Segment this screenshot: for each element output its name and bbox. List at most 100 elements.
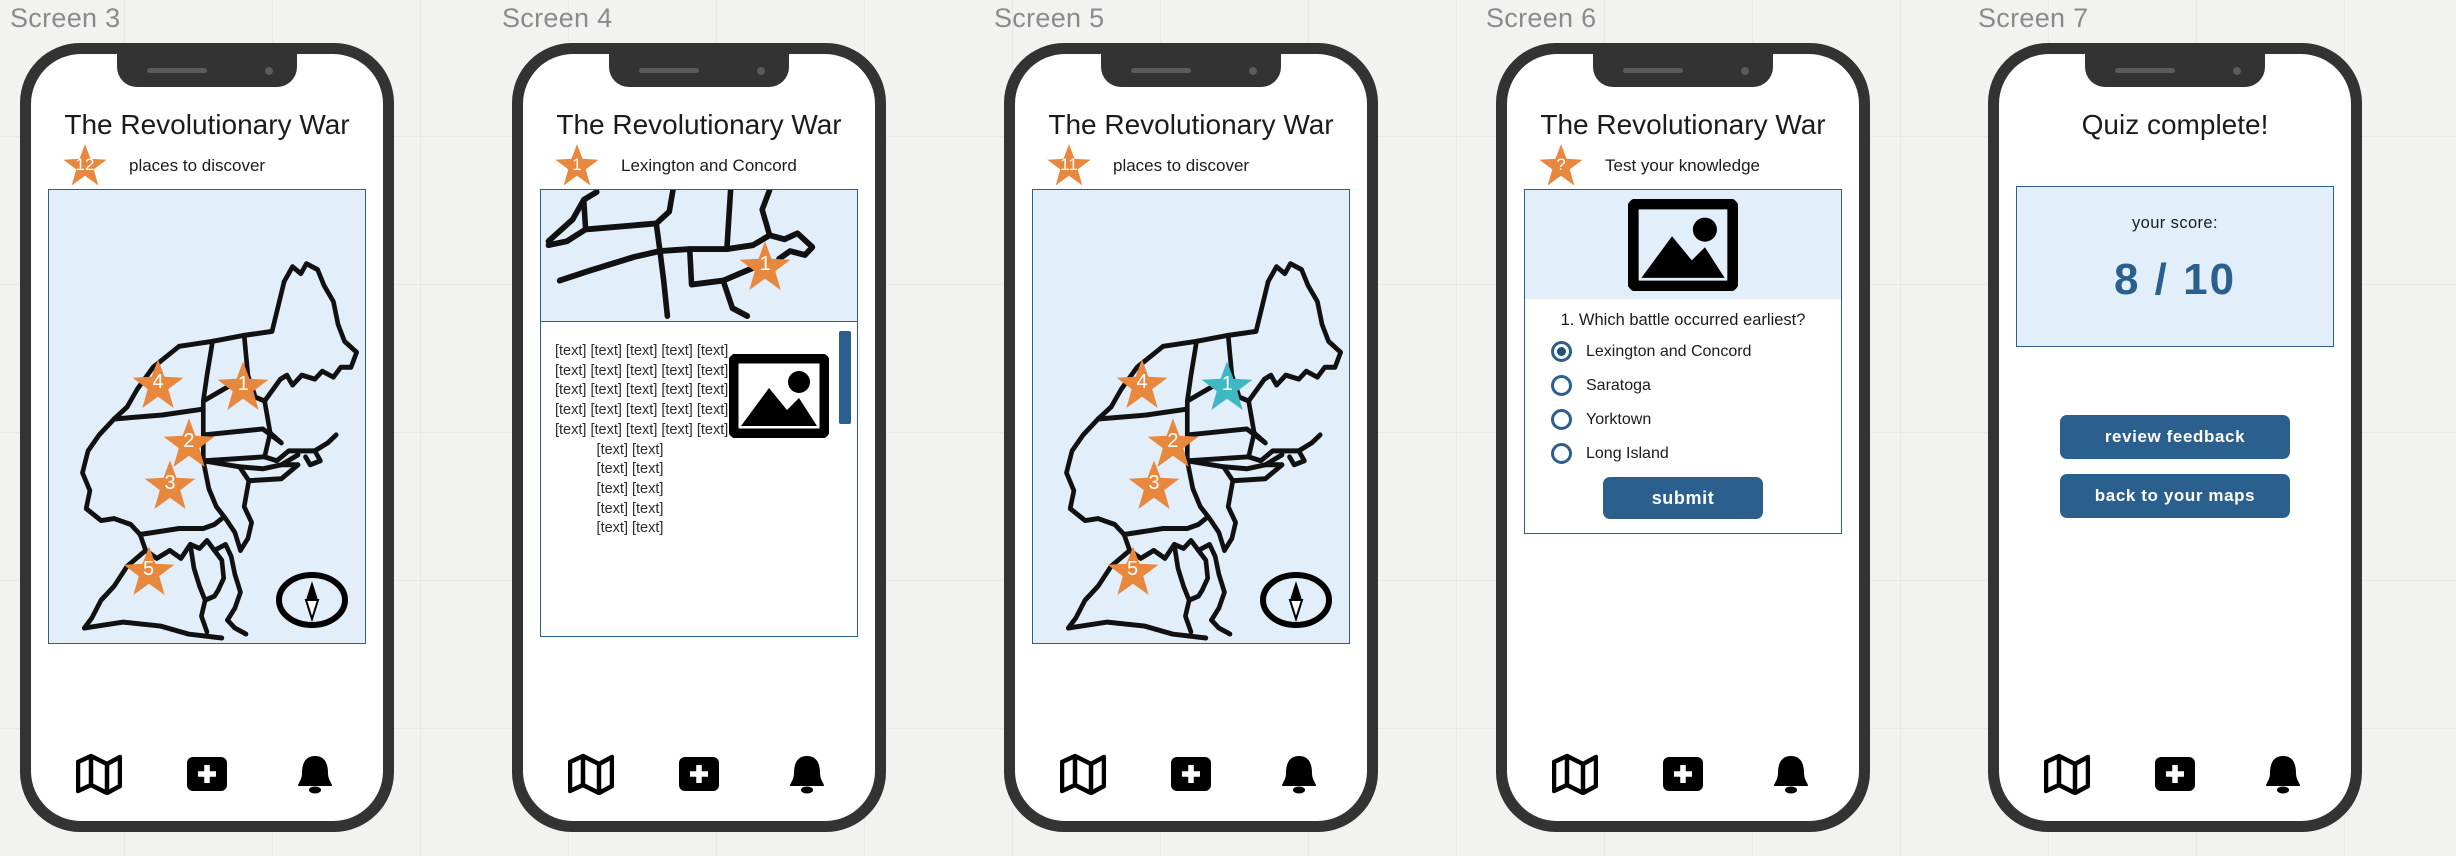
map-panel[interactable]: 1 4 23 5	[1032, 189, 1350, 644]
nav-map[interactable]	[2044, 753, 2090, 795]
image-placeholder-icon	[1628, 199, 1738, 291]
scrollbar-thumb[interactable]	[839, 331, 851, 424]
subtitle-label: places to discover	[129, 156, 266, 175]
radio-button[interactable]	[1551, 341, 1572, 362]
body-line: [text] [text]	[596, 461, 664, 478]
nav-add[interactable]	[2152, 753, 2198, 795]
map-icon[interactable]	[1552, 753, 1598, 795]
bottom-nav	[1507, 753, 1859, 795]
star-label: 5	[1126, 558, 1139, 581]
star-label: 3	[1148, 472, 1160, 495]
plus-square-icon[interactable]	[2152, 753, 2198, 795]
subtitle-label: Test your knowledge	[1605, 156, 1760, 175]
quiz-image-panel	[1524, 189, 1842, 299]
map-marker-1[interactable]: 1	[216, 359, 270, 413]
review-feedback-button[interactable]: review feedback	[2060, 415, 2290, 459]
map-marker-1[interactable]: 1	[738, 239, 792, 293]
star-label: 1	[237, 372, 249, 395]
star-label: 4	[152, 370, 164, 393]
quiz-option[interactable]: Yorktown	[1551, 409, 1827, 430]
result-buttons: review feedback back to your maps	[2016, 415, 2334, 518]
quiz-option[interactable]: Saratoga	[1551, 375, 1827, 396]
phone-frame: The Revolutionary War 12 places to discove…	[20, 43, 394, 832]
phone-frame: The Revolutionary War 1 Lexington and Conc…	[512, 43, 886, 832]
map-outline-icon	[541, 190, 857, 321]
plus-square-icon[interactable]	[676, 753, 722, 795]
map-icon[interactable]	[2044, 753, 2090, 795]
screen-column: Screen 4 The Revolutionary War 1 Lexington …	[492, 0, 984, 856]
plus-square-icon[interactable]	[1660, 753, 1706, 795]
bell-icon[interactable]	[1768, 753, 1814, 795]
quiz-body: 1. Which battle occurred earliest? Lexing…	[1524, 299, 1842, 534]
quiz-option[interactable]: Lexington and Concord	[1551, 341, 1827, 362]
bell-icon[interactable]	[784, 753, 830, 795]
page-title: The Revolutionary War	[64, 109, 350, 140]
screen-label: Screen 4	[502, 3, 613, 33]
map-marker-4[interactable]: 4	[1115, 357, 1169, 411]
map-marker-5[interactable]: 5	[122, 544, 176, 598]
radio-button[interactable]	[1551, 375, 1572, 396]
back-to-maps-button[interactable]: back to your maps	[2060, 474, 2290, 518]
badge-star: 12	[62, 142, 108, 188]
page-title: The Revolutionary War	[1048, 109, 1334, 140]
phone-viewport: The Revolutionary War? Test your knowledg…	[1507, 54, 1859, 821]
map-icon[interactable]	[76, 753, 122, 795]
submit-button[interactable]: submit	[1603, 477, 1763, 519]
page-title: Quiz complete!	[2081, 109, 2269, 140]
nav-add[interactable]	[184, 753, 230, 795]
map-icon[interactable]	[1060, 753, 1106, 795]
subtitle-label: Lexington and Concord	[621, 156, 797, 175]
phone-viewport: Quiz complete! your score: 8 / 10 review fe…	[1999, 54, 2351, 821]
nav-notifications[interactable]	[292, 753, 338, 795]
phone-frame: The Revolutionary War? Test your knowledg…	[1496, 43, 1870, 832]
nav-map[interactable]	[1552, 753, 1598, 795]
screens-container: Screen 3 The Revolutionary War 12 places to…	[0, 0, 2456, 856]
star-label: 5	[142, 558, 155, 581]
compass-icon	[1259, 571, 1333, 629]
app-content: The Revolutionary War 1 Lexington and Conc…	[523, 54, 875, 821]
map-panel[interactable]: 1 4 23 5	[48, 189, 366, 644]
bell-icon[interactable]	[1276, 753, 1322, 795]
radio-button[interactable]	[1551, 443, 1572, 464]
star-label: 12	[75, 154, 95, 174]
screen-label: Screen 5	[994, 3, 1105, 33]
star-label: 11	[1060, 154, 1078, 174]
bell-icon[interactable]	[2260, 753, 2306, 795]
nav-add[interactable]	[676, 753, 722, 795]
page-title: The Revolutionary War	[556, 109, 842, 140]
nav-add[interactable]	[1660, 753, 1706, 795]
option-label: Lexington and Concord	[1586, 342, 1752, 360]
screen-column: Screen 7 Quiz complete! your score: 8 / 10 r…	[1968, 0, 2456, 856]
quiz-option[interactable]: Long Island	[1551, 443, 1827, 464]
nav-add[interactable]	[1168, 753, 1214, 795]
bell-icon[interactable]	[292, 753, 338, 795]
nav-map[interactable]	[568, 753, 614, 795]
plus-square-icon[interactable]	[184, 753, 230, 795]
map-marker-4[interactable]: 4	[131, 357, 185, 411]
subtitle-label: places to discover	[1113, 156, 1250, 175]
subtitle-row: 1 Lexington and Concord	[540, 148, 858, 186]
radio-button[interactable]	[1551, 409, 1572, 430]
question-text: 1. Which battle occurred earliest?	[1560, 311, 1806, 329]
nav-map[interactable]	[76, 753, 122, 795]
nav-map[interactable]	[1060, 753, 1106, 795]
map-marker-3[interactable]: 3	[143, 458, 197, 512]
map-marker-5[interactable]: 5	[1106, 544, 1160, 598]
nav-notifications[interactable]	[784, 753, 830, 795]
map-marker-3[interactable]: 3	[1127, 458, 1181, 512]
nav-notifications[interactable]	[1768, 753, 1814, 795]
screen-label: Screen 7	[1978, 3, 2089, 33]
map-icon[interactable]	[568, 753, 614, 795]
plus-square-icon[interactable]	[1168, 753, 1214, 795]
detail-map-panel[interactable]: 1	[540, 189, 858, 322]
detail-text-panel: [text] [text] [text] [text] [text] [text]…	[540, 321, 858, 637]
score-value: 8 / 10	[2113, 255, 2237, 304]
map-marker-1[interactable]: 1	[1200, 359, 1254, 413]
score-caption: your score:	[2131, 214, 2218, 232]
star-label: 3	[164, 472, 176, 495]
nav-notifications[interactable]	[1276, 753, 1322, 795]
nav-notifications[interactable]	[2260, 753, 2306, 795]
phone-viewport: The Revolutionary War 11 places to discove…	[1015, 54, 1367, 821]
star-label: 2	[183, 429, 195, 452]
body-line: [text] [text]	[596, 481, 664, 498]
